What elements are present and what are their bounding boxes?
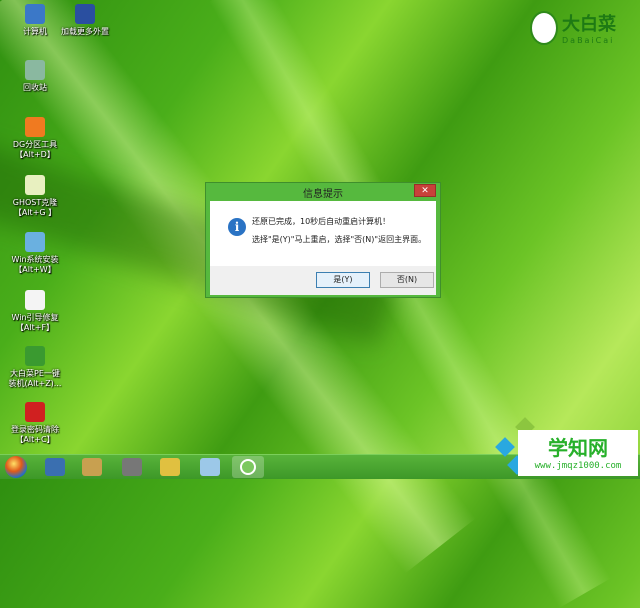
desktop-icon[interactable]: GHOST克隆 【Alt+G 】 (5, 175, 65, 218)
start-button[interactable] (5, 456, 27, 478)
icon-shortcut: 【Alt+C】 (15, 435, 55, 444)
dabaicai-logo: 大白菜 DaBaiCai (530, 10, 616, 45)
icon-label: 登录密码清除 (11, 425, 59, 434)
icon-shortcut: 【Alt+D】 (15, 150, 55, 159)
icon-label: GHOST克隆 (12, 198, 58, 207)
network-icon (75, 4, 95, 24)
desktop-icon[interactable]: 加载更多外置 (55, 4, 115, 37)
icon-label: 回收站 (23, 83, 47, 92)
desktop-icon[interactable]: 大白菜PE一键 装机(Alt+Z)... (5, 346, 65, 389)
no-button[interactable]: 否(N) (380, 272, 434, 288)
dialog-message-2: 选择"是(Y)"马上重启，选择"否(N)"返回主界面。 (252, 235, 427, 244)
watermark-url: www.jmqz1000.com (534, 461, 622, 471)
icon-label: Win引导修复 (11, 313, 59, 322)
desktop-icon[interactable]: DG分区工具 【Alt+D】 (5, 117, 65, 160)
icon-label: DG分区工具 (12, 140, 58, 149)
dialog-body: i 还原已完成，10秒后自动重启计算机！ 选择"是(Y)"马上重启，选择"否(N… (210, 201, 436, 266)
notepad-icon[interactable] (200, 458, 220, 476)
cabbage-mascot-icon (530, 10, 558, 45)
partition-icon[interactable] (160, 458, 180, 476)
recycle-bin-icon (25, 60, 45, 80)
tools-icon[interactable] (82, 458, 102, 476)
desktop-icon[interactable]: 登录密码清除 【Alt+C】 (5, 402, 65, 445)
dialog-message-1: 还原已完成，10秒后自动重启计算机！ (252, 217, 391, 226)
logo-text: 大白菜 (562, 14, 616, 35)
logo-subtext: DaBaiCai (562, 36, 615, 45)
watermark-title: 学知网 (548, 436, 608, 460)
icon-shortcut: 【Alt+G 】 (13, 208, 57, 217)
icon-shortcut: 装机(Alt+Z)... (8, 379, 62, 388)
desktop-icon[interactable]: 回收站 (5, 60, 65, 93)
yes-button[interactable]: 是(Y) (316, 272, 370, 288)
dialog-titlebar[interactable]: 信息提示 ✕ (210, 183, 436, 201)
display-icon[interactable] (45, 458, 65, 476)
icon-shortcut: 【Alt+W】 (14, 265, 56, 274)
icon-label: 大白菜PE一键 (10, 369, 60, 378)
dialog-title: 信息提示 (303, 188, 343, 200)
ghost-icon (25, 175, 45, 195)
windows-install-icon (25, 232, 45, 252)
info-dialog: 信息提示 ✕ i 还原已完成，10秒后自动重启计算机！ 选择"是(Y)"马上重启… (205, 182, 441, 298)
icon-shortcut: 【Alt+F】 (15, 323, 55, 332)
dabaicai-icon[interactable] (232, 456, 264, 478)
watermark: 学知网 www.jmqz1000.com (518, 430, 638, 476)
desktop-icon[interactable]: Win系统安装 【Alt+W】 (5, 232, 65, 275)
diskgenius-icon (25, 117, 45, 137)
wallpaper-streak (209, 0, 611, 608)
desktop-icon[interactable]: Win引导修复 【Alt+F】 (5, 290, 65, 333)
password-clear-icon (25, 402, 45, 422)
icon-label: Win系统安装 (11, 255, 59, 264)
dabaicai-install-icon (25, 346, 45, 366)
memory-icon[interactable] (122, 458, 142, 476)
info-icon: i (228, 218, 246, 236)
close-button[interactable]: ✕ (414, 184, 436, 197)
boot-repair-icon (25, 290, 45, 310)
dialog-footer: 是(Y) 否(N) (210, 266, 436, 295)
icon-label: 加载更多外置 (61, 27, 109, 36)
computer-icon (25, 4, 45, 24)
